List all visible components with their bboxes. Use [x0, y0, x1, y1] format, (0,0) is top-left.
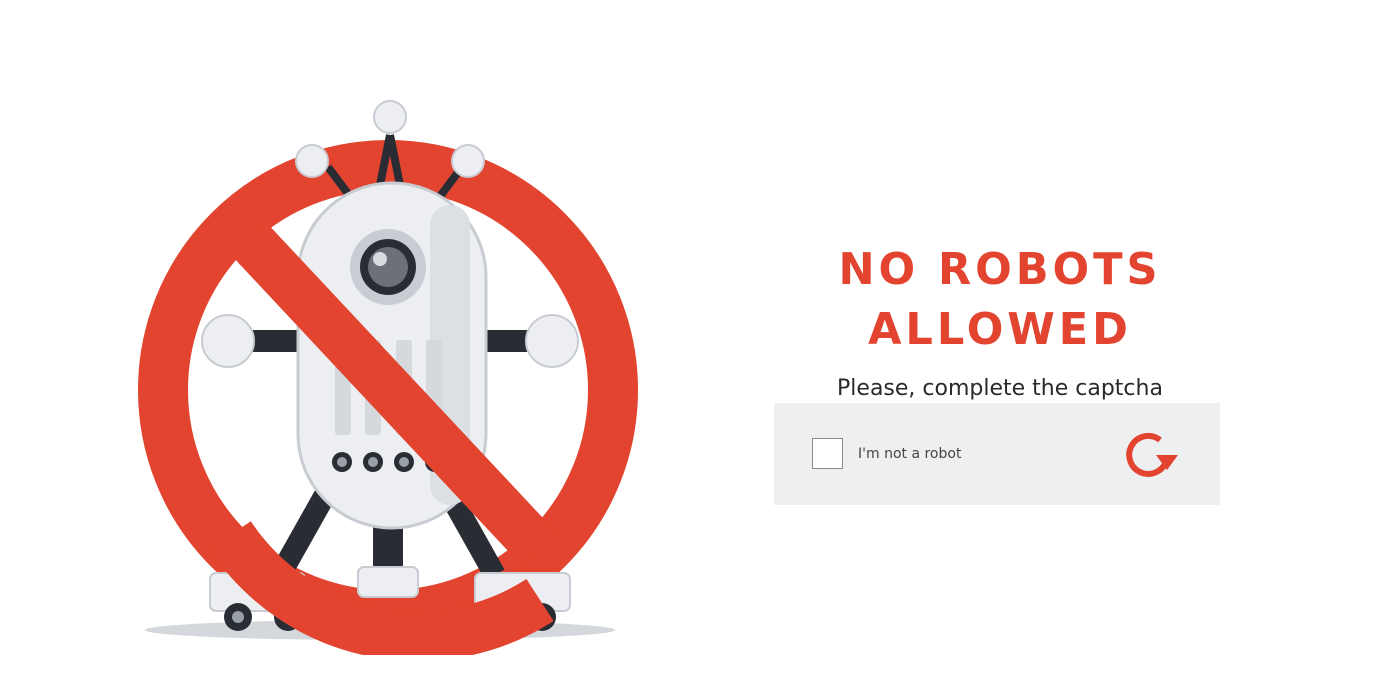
not-a-robot-label[interactable]: I'm not a robot: [858, 445, 961, 463]
captcha-widget: I'm not a robot: [774, 403, 1220, 505]
captcha-page: NO ROBOTS ALLOWED Please, complete the c…: [0, 0, 1400, 700]
page-subtitle: Please, complete the captcha: [837, 376, 1163, 401]
page-title: NO ROBOTS ALLOWED: [838, 244, 1162, 355]
no-robots-illustration: [130, 95, 650, 655]
refresh-icon[interactable]: [1120, 430, 1184, 480]
message-panel: NO ROBOTS ALLOWED Please, complete the c…: [700, 240, 1300, 404]
prohibited-robot-icon: [138, 100, 638, 655]
not-a-robot-checkbox[interactable]: [812, 438, 843, 469]
